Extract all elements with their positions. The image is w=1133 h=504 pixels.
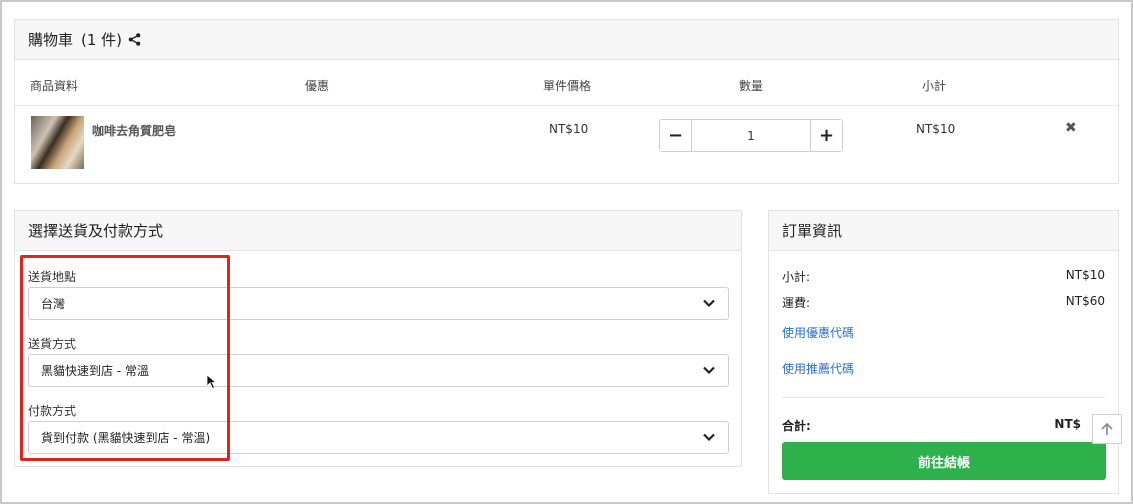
cart-item-row: 咖啡去角質肥皂 NT$10 − 1 + NT$10 ✖ [15, 106, 1118, 184]
quantity-stepper: − 1 + [659, 119, 843, 152]
back-to-top-button[interactable] [1092, 414, 1122, 444]
order-total-value: NT$ [1054, 417, 1081, 431]
cart-panel: 購物車 (1 件) 商品資料 優惠 單件價格 數量 小計 咖啡去角質肥皂 NT$… [14, 19, 1119, 184]
product-thumbnail[interactable] [31, 116, 84, 169]
col-product: 商品資料 [30, 79, 79, 93]
item-subtotal: NT$10 [916, 122, 956, 136]
order-total-label: 合計: [782, 419, 811, 433]
close-icon[interactable]: ✖ [1065, 120, 1077, 136]
order-subtotal-row: 小計: NT$10 [782, 268, 1105, 285]
col-subtotal: 小計 [922, 79, 947, 93]
col-quantity: 數量 [739, 79, 764, 93]
order-title: 訂單資訊 [782, 222, 843, 240]
mouse-cursor-icon [206, 374, 218, 390]
increase-quantity-button[interactable]: + [810, 120, 842, 151]
cart-title: 購物車 [28, 31, 74, 49]
referral-code-link[interactable]: 使用推薦代碼 [782, 360, 854, 377]
chevron-down-icon [703, 366, 715, 375]
cart-count: (1 件) [81, 31, 123, 49]
cart-header: 購物車 (1 件) [15, 20, 1118, 60]
order-divider [782, 397, 1105, 398]
product-name[interactable]: 咖啡去角質肥皂 [92, 122, 176, 139]
arrow-up-icon [1101, 422, 1113, 435]
col-unit-price: 單件價格 [543, 79, 592, 93]
chevron-down-icon [703, 299, 715, 308]
quantity-input[interactable]: 1 [692, 120, 810, 151]
order-shipping-value: NT$60 [1065, 294, 1105, 308]
order-shipping-label: 運費: [782, 296, 811, 310]
order-total-row: 合計: NT$ [782, 417, 1105, 434]
order-info-panel: 訂單資訊 小計: NT$10 運費: NT$60 使用優惠代碼 使用推薦代碼 合… [768, 210, 1119, 494]
unit-price: NT$10 [549, 122, 589, 136]
decrease-quantity-button[interactable]: − [660, 120, 692, 151]
cart-column-headers: 商品資料 優惠 單件價格 數量 小計 [15, 62, 1118, 106]
order-shipping-row: 運費: NT$60 [782, 294, 1105, 311]
coupon-code-link[interactable]: 使用優惠代碼 [782, 324, 854, 341]
checkout-button[interactable]: 前往結帳 [782, 442, 1106, 480]
annotation-highlight-box [20, 255, 230, 461]
shipping-title: 選擇送貨及付款方式 [28, 222, 164, 240]
order-header: 訂單資訊 [769, 211, 1118, 251]
share-icon[interactable] [128, 33, 141, 46]
order-subtotal-value: NT$10 [1065, 268, 1105, 282]
chevron-down-icon [703, 433, 715, 442]
shipping-header: 選擇送貨及付款方式 [15, 211, 741, 251]
col-discount: 優惠 [305, 79, 330, 93]
order-subtotal-label: 小計: [782, 270, 811, 284]
